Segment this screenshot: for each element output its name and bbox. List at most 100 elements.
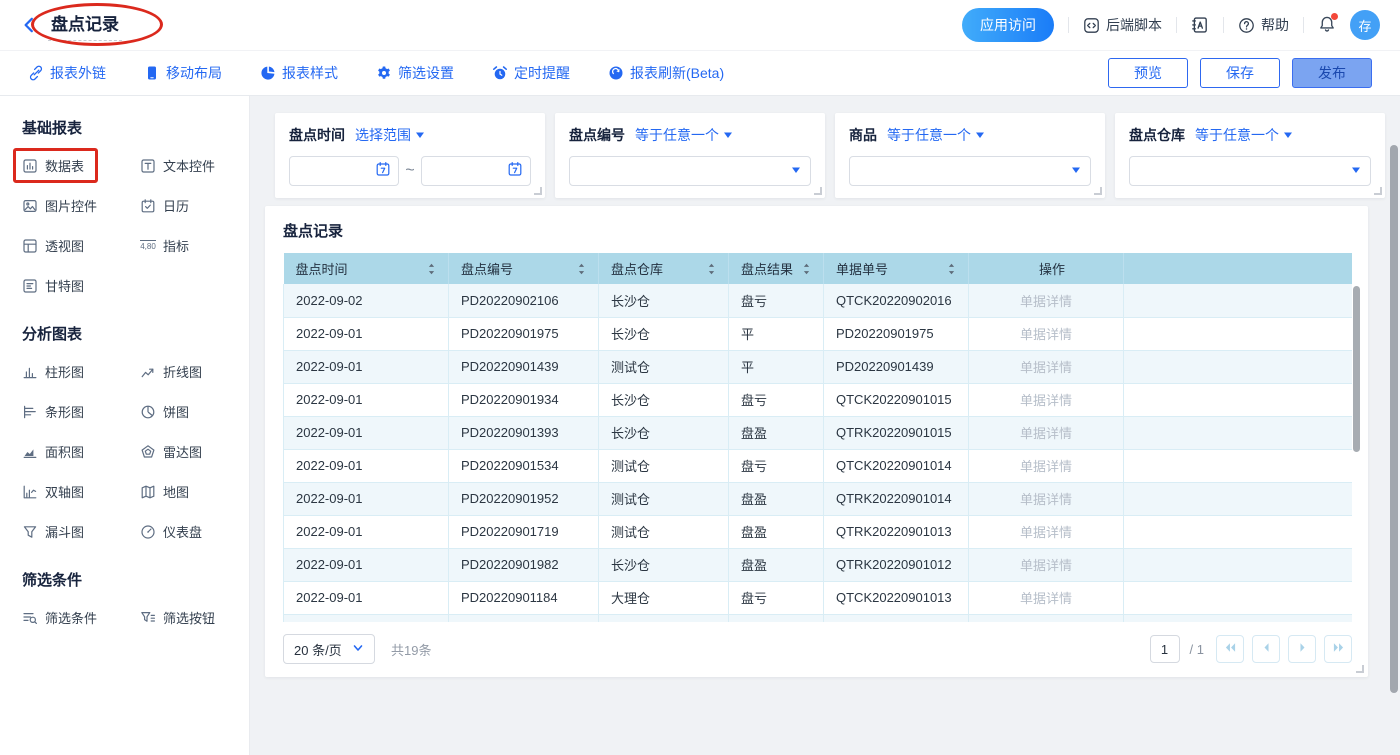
widget-item[interactable]: 地图 bbox=[140, 482, 193, 501]
doc-detail-link[interactable]: 单据详情 bbox=[969, 383, 1124, 416]
filter-label: 盘点时间 bbox=[289, 125, 345, 145]
doc-detail-link[interactable]: 单据详情 bbox=[969, 581, 1124, 614]
first-page-button[interactable] bbox=[1216, 635, 1244, 663]
widget-item[interactable]: 仪表盘 bbox=[140, 522, 206, 541]
sort-icon[interactable] bbox=[707, 262, 716, 276]
back-icon[interactable] bbox=[20, 16, 38, 34]
table-row[interactable]: 2022-09-01 PD20220901184 大理仓 盘亏 QTCK2022… bbox=[284, 581, 1353, 614]
table-row[interactable]: 2022-09-01 PD20220901982 长沙仓 盘盈 QTRK2022… bbox=[284, 548, 1353, 581]
widget-item[interactable]: 折线图 bbox=[140, 362, 206, 381]
filter-operator[interactable]: 等于任意一个 bbox=[887, 125, 985, 145]
table-row[interactable]: 2022-09-01 PD20220901934 长沙仓 盘亏 QTCK2022… bbox=[284, 383, 1353, 416]
widget-item[interactable]: 雷达图 bbox=[140, 442, 206, 461]
next-page-button[interactable] bbox=[1288, 635, 1316, 663]
table-row[interactable]: 2022-09-02 PD20220902106 长沙仓 盘亏 QTCK2022… bbox=[284, 284, 1353, 317]
caret-down-icon bbox=[975, 127, 985, 143]
doc-detail-link[interactable]: 单据详情 bbox=[969, 317, 1124, 350]
widget-item[interactable]: 日历 bbox=[140, 196, 193, 215]
filter-card[interactable]: 商品 等于任意一个 bbox=[835, 113, 1105, 198]
filter-card[interactable]: 盘点仓库 等于任意一个 bbox=[1115, 113, 1385, 198]
prev-page-button[interactable] bbox=[1252, 635, 1280, 663]
table-row[interactable]: 2022-09-01 PD20220901719 测试仓 盘盈 QTRK2022… bbox=[284, 515, 1353, 548]
column-header[interactable]: 盘点仓库 bbox=[599, 253, 729, 284]
menu-item[interactable]: 报表样式 bbox=[260, 63, 338, 83]
widget-item[interactable]: 文本控件 bbox=[140, 156, 219, 175]
cell-warehouse: 长沙仓 bbox=[599, 383, 729, 416]
doc-detail-link[interactable]: 单据详情 bbox=[969, 449, 1124, 482]
widget-item[interactable]: 透视图 bbox=[22, 236, 88, 255]
widget-item[interactable]: 饼图 bbox=[140, 402, 193, 421]
doc-detail-link[interactable]: 单据详情 bbox=[969, 284, 1124, 317]
sort-icon[interactable] bbox=[947, 262, 956, 276]
app-access-button[interactable]: 应用访问 bbox=[962, 8, 1054, 42]
widget-item[interactable]: 4,80 指标 bbox=[140, 236, 193, 255]
doc-detail-link[interactable]: 单据详情 bbox=[969, 548, 1124, 581]
table-row[interactable]: 2022-09-01 PD20220901439 测试仓 平 PD2022090… bbox=[284, 350, 1353, 383]
section-title: 基础报表 bbox=[22, 117, 249, 138]
column-header[interactable]: 盘点结果 bbox=[729, 253, 824, 284]
doc-detail-link[interactable]: 单据详情 bbox=[969, 350, 1124, 383]
date-input-end[interactable] bbox=[421, 156, 531, 186]
preview-button[interactable]: 预览 bbox=[1108, 58, 1188, 88]
contact-book-button[interactable] bbox=[1191, 16, 1209, 34]
column-header[interactable]: 单据单号 bbox=[824, 253, 969, 284]
save-button[interactable]: 保存 bbox=[1200, 58, 1280, 88]
column-header[interactable]: 盘点时间 bbox=[284, 253, 449, 284]
widget-item[interactable]: 漏斗图 bbox=[22, 522, 88, 541]
date-input-start[interactable] bbox=[289, 156, 399, 186]
cell-doc-number: QTCK20220901014 bbox=[824, 449, 969, 482]
menu-item[interactable]: 筛选设置 bbox=[376, 63, 454, 83]
widget-item[interactable]: 条形图 bbox=[22, 402, 88, 421]
filter-card[interactable]: 盘点时间 选择范围 ~ bbox=[275, 113, 545, 198]
filter-operator[interactable]: 选择范围 bbox=[355, 125, 425, 145]
menu-item[interactable]: 移动布局 bbox=[144, 63, 222, 83]
page-input[interactable]: 1 bbox=[1150, 635, 1180, 663]
widget-item[interactable]: 面积图 bbox=[22, 442, 88, 461]
column-header[interactable]: 操作 bbox=[969, 253, 1124, 284]
window-scrollbar-thumb[interactable] bbox=[1390, 145, 1398, 693]
widget-item[interactable]: 图片控件 bbox=[22, 196, 101, 215]
filter-select[interactable] bbox=[1129, 156, 1371, 186]
doc-detail-link[interactable]: 单据详情 bbox=[969, 515, 1124, 548]
filter-select[interactable] bbox=[849, 156, 1091, 186]
cell-empty bbox=[1124, 416, 1353, 449]
last-page-button[interactable] bbox=[1324, 635, 1352, 663]
sort-icon[interactable] bbox=[577, 262, 586, 276]
widget-item[interactable]: 筛选按钮 bbox=[140, 608, 219, 627]
filter-select[interactable] bbox=[569, 156, 811, 186]
table-row[interactable]: 2022-09-01 PD20220901952 测试仓 盘盈 QTRK2022… bbox=[284, 482, 1353, 515]
table-panel[interactable]: 盘点记录 盘点时间 bbox=[265, 206, 1368, 677]
backend-script-button[interactable]: 后端脚本 bbox=[1083, 15, 1162, 35]
column-header[interactable] bbox=[1124, 253, 1353, 284]
widget-item[interactable]: 甘特图 bbox=[22, 276, 88, 295]
help-button[interactable]: 帮助 bbox=[1238, 15, 1289, 35]
publish-button[interactable]: 发布 bbox=[1292, 58, 1372, 88]
notification-button[interactable] bbox=[1318, 15, 1336, 36]
widget-item[interactable]: 双轴图 bbox=[22, 482, 88, 501]
widget-item[interactable]: 筛选条件 bbox=[22, 608, 101, 627]
sort-icon[interactable] bbox=[802, 262, 811, 276]
menu-item[interactable]: 报表刷新(Beta) bbox=[608, 63, 724, 83]
doc-detail-link[interactable]: 单据详情 bbox=[969, 482, 1124, 515]
filter-operator[interactable]: 等于任意一个 bbox=[635, 125, 733, 145]
table-row[interactable] bbox=[284, 614, 1353, 622]
menu-item[interactable]: 定时提醒 bbox=[492, 63, 570, 83]
avatar[interactable]: 存 bbox=[1350, 10, 1380, 40]
widget-item[interactable]: 数据表 bbox=[22, 156, 88, 175]
table-row[interactable]: 2022-09-01 PD20220901393 长沙仓 盘盈 QTRK2022… bbox=[284, 416, 1353, 449]
filter-operator[interactable]: 等于任意一个 bbox=[1195, 125, 1293, 145]
table-row[interactable]: 2022-09-01 PD20220901975 长沙仓 平 PD2022090… bbox=[284, 317, 1353, 350]
column-header[interactable]: 盘点编号 bbox=[449, 253, 599, 284]
widget-item[interactable]: 柱形图 bbox=[22, 362, 88, 381]
page-title[interactable]: 盘点记录 bbox=[48, 10, 122, 41]
page-size-select[interactable]: 20 条/页 bbox=[283, 634, 375, 664]
sort-icon[interactable] bbox=[427, 262, 436, 276]
table-scrollbar-thumb[interactable] bbox=[1353, 286, 1360, 452]
cell-warehouse: 长沙仓 bbox=[599, 416, 729, 449]
table-row[interactable]: 2022-09-01 PD20220901534 测试仓 盘亏 QTCK2022… bbox=[284, 449, 1353, 482]
filter-card[interactable]: 盘点编号 等于任意一个 bbox=[555, 113, 825, 198]
doc-detail-link[interactable] bbox=[969, 614, 1124, 622]
menu-item[interactable]: 报表外链 bbox=[28, 63, 106, 83]
column-header-label: 单据单号 bbox=[836, 262, 888, 277]
doc-detail-link[interactable]: 单据详情 bbox=[969, 416, 1124, 449]
